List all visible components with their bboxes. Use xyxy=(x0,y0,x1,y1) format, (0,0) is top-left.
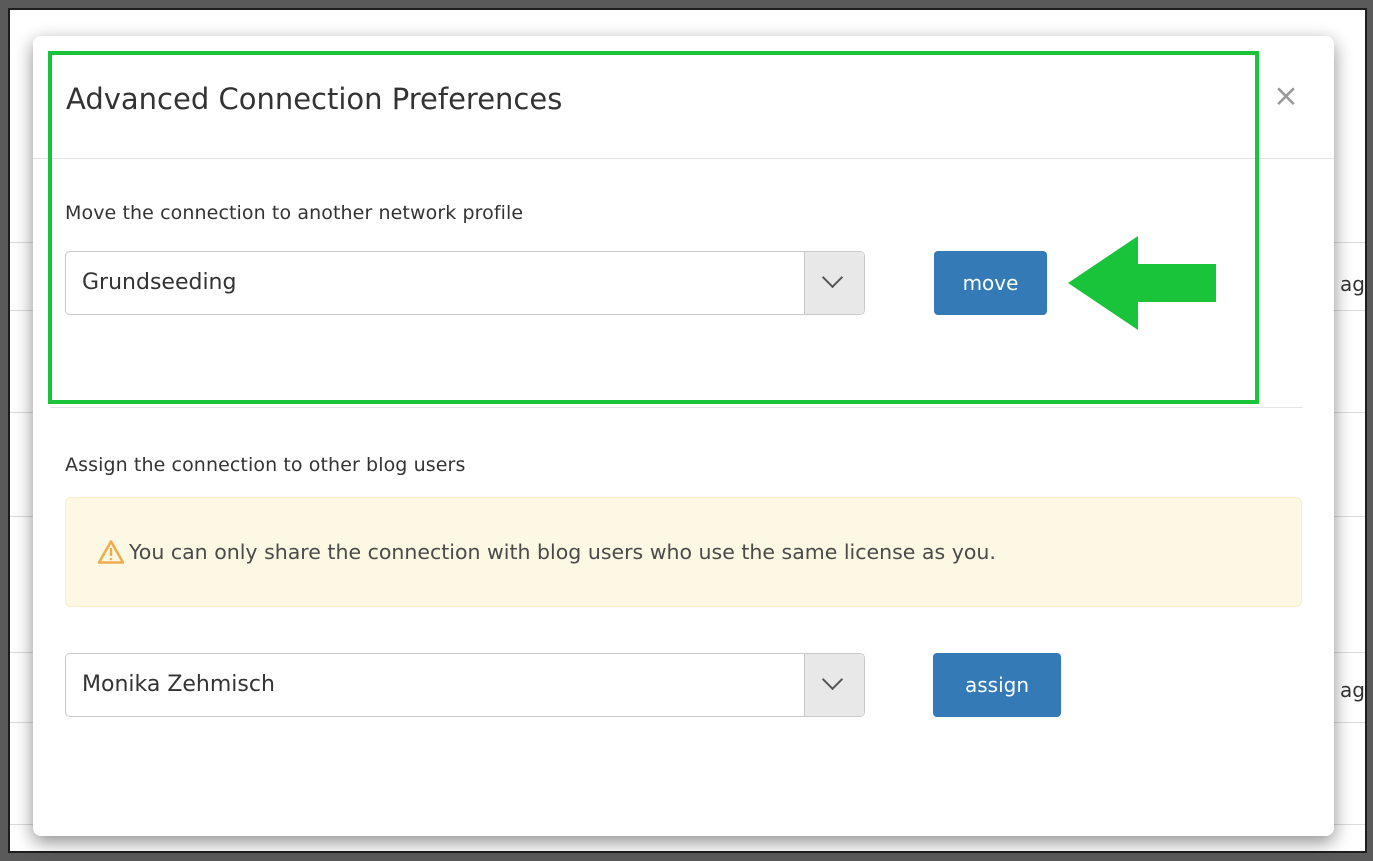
assign-button[interactable]: assign xyxy=(933,653,1061,717)
arrow-left-icon xyxy=(1068,236,1216,330)
chevron-down-icon[interactable] xyxy=(804,252,864,314)
modal-title: Advanced Connection Preferences xyxy=(66,82,563,116)
blog-user-value: Monika Zehmisch xyxy=(82,672,275,697)
bg-partial-text: ag xyxy=(1340,678,1365,702)
assign-section-label: Assign the connection to other blog user… xyxy=(65,454,466,476)
license-warning-text: You can only share the connection with b… xyxy=(129,540,996,564)
bg-partial-text: ag xyxy=(1340,272,1365,296)
move-section-label: Move the connection to another network p… xyxy=(65,202,524,224)
blog-user-select[interactable]: Monika Zehmisch xyxy=(65,653,865,717)
warning-triangle-icon xyxy=(98,540,124,564)
section-divider xyxy=(50,407,1303,408)
move-button[interactable]: move xyxy=(934,251,1047,315)
close-icon[interactable]: × xyxy=(1271,78,1301,114)
header-divider xyxy=(33,158,1334,159)
advanced-connection-preferences-modal: Advanced Connection Preferences × Move t… xyxy=(33,36,1334,836)
license-warning-alert: You can only share the connection with b… xyxy=(65,497,1302,607)
chevron-down-icon[interactable] xyxy=(804,654,864,716)
network-profile-select[interactable]: Grundseeding xyxy=(65,251,865,315)
network-profile-value: Grundseeding xyxy=(82,270,237,295)
